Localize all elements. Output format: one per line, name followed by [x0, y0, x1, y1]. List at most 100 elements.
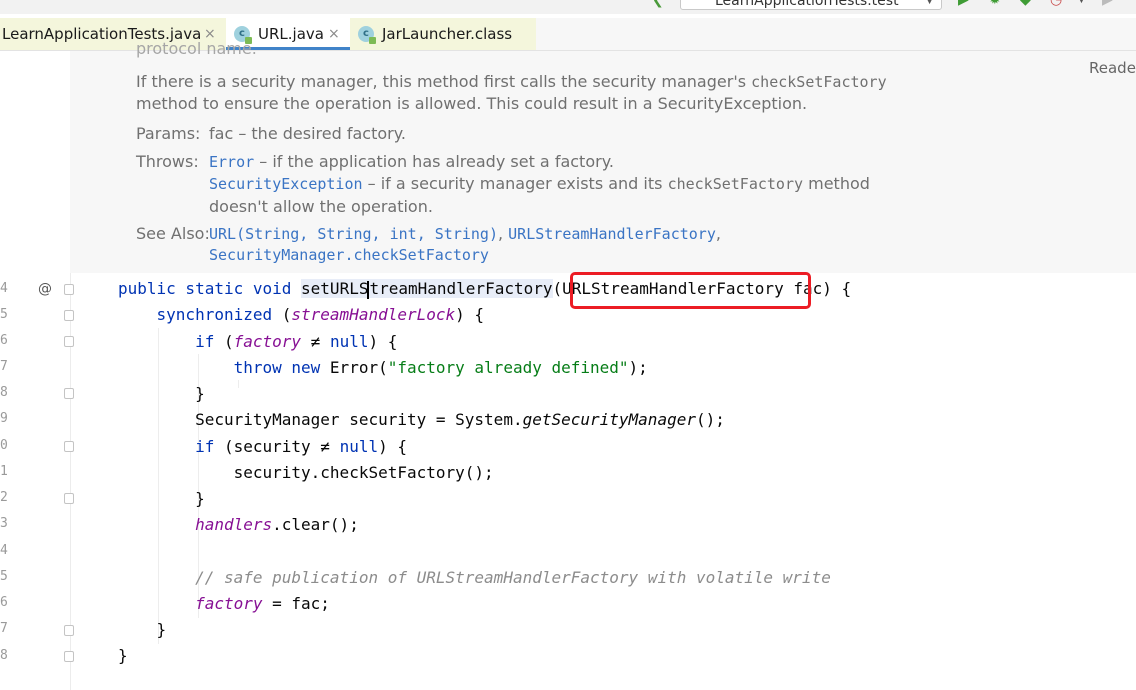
doc-separator: , — [715, 224, 721, 243]
doc-text: – if the application has already set a f… — [254, 152, 614, 171]
code-text: ( — [272, 305, 292, 324]
doc-link-check-set-factory[interactable]: SecurityManager.checkSetFactory — [209, 246, 489, 264]
code-line[interactable]: } — [118, 617, 167, 643]
doc-link-url-stream-handler-factory[interactable]: URLStreamHandlerFactory — [508, 225, 716, 243]
fold-toggle-icon[interactable] — [64, 310, 74, 321]
method-name: setURLStreamHandlerFactory — [301, 279, 553, 299]
line-number: 5 — [0, 569, 8, 584]
toolbar: ❮ LearnApplicationTests.test ▼ ▶ ✹ ◆ ◔ ▼… — [0, 0, 1136, 14]
doc-link-error[interactable]: Error — [209, 153, 254, 171]
tab-jar-launcher-class[interactable]: c JarLauncher.class — [350, 18, 536, 50]
doc-separator: , — [497, 224, 509, 243]
run-configuration-select[interactable]: LearnApplicationTests.test ▼ — [680, 0, 942, 10]
doc-params-text: fac – the desired factory. — [209, 124, 406, 143]
code-line[interactable]: if (factory ≠ null) { — [118, 329, 397, 355]
doc-throws-item-cont: doesn't allow the operation. — [209, 197, 433, 216]
comment: // safe publication of URLStreamHandlerF… — [195, 568, 831, 587]
fold-toggle-icon[interactable] — [64, 441, 74, 452]
code-text: (); — [695, 410, 725, 429]
line-number: 4 — [0, 543, 8, 558]
doc-code: checkSetFactory — [751, 73, 887, 91]
line-number: 8 — [0, 648, 8, 663]
code-line[interactable]: factory = fac; — [118, 591, 330, 617]
doc-link-url-constructor[interactable]: URL(String, String, int, String) — [209, 225, 498, 243]
code-line[interactable]: SecurityManager security = System.getSec… — [118, 407, 725, 433]
fold-toggle-icon[interactable] — [64, 284, 74, 295]
code-line[interactable]: } — [118, 486, 205, 512]
line-number: 7 — [0, 359, 8, 374]
doc-text: – if a security manager exists and its — [362, 174, 668, 193]
java-class-icon: c — [358, 26, 376, 44]
keyword: if — [195, 332, 215, 351]
debug-icon[interactable]: ✹ — [989, 0, 1001, 7]
keyword: synchronized — [156, 305, 273, 324]
line-number: 5 — [0, 307, 8, 322]
fold-toggle-icon[interactable] — [64, 625, 74, 636]
line-number: 9 — [0, 411, 8, 426]
code-text: ) { — [368, 332, 398, 351]
fold-toggle-icon[interactable] — [64, 651, 74, 662]
code-text: ( — [214, 332, 234, 351]
field: handlers — [195, 515, 273, 534]
code-text: } — [156, 620, 167, 639]
run-icon[interactable]: ▶ — [958, 0, 969, 7]
fold-toggle-icon[interactable] — [64, 388, 74, 399]
code-line[interactable]: synchronized (streamHandlerLock) { — [118, 302, 485, 328]
tab-label: URL.java — [258, 25, 324, 43]
doc-throws-item: Error – if the application has already s… — [209, 152, 614, 171]
keyword: public static void — [118, 279, 302, 298]
fold-toggle-icon[interactable] — [64, 493, 74, 504]
line-number: 8 — [0, 385, 8, 400]
line-number: 2 — [0, 490, 8, 505]
code-line[interactable]: } — [118, 381, 205, 407]
reader-mode-toggle[interactable]: Reade — [1089, 59, 1136, 77]
string-literal: "factory already defined" — [387, 358, 629, 377]
code-text: .clear(); — [272, 515, 359, 534]
code-line[interactable]: if (security ≠ null) { — [118, 434, 407, 460]
code-line[interactable]: security.checkSetFactory(); — [118, 460, 494, 486]
back-arrow-icon[interactable]: ❮ — [652, 0, 664, 7]
line-number: 6 — [0, 595, 8, 610]
doc-see-also-label: See Also: — [136, 224, 210, 243]
code-text: } — [195, 384, 205, 403]
code-text: ); — [628, 358, 648, 377]
doc-text: If there is a security manager, this met… — [136, 72, 752, 91]
keyword: null — [329, 332, 369, 351]
code-line[interactable]: handlers.clear(); — [118, 512, 359, 538]
doc-line: method to ensure the operation is allowe… — [136, 94, 808, 113]
doc-text: method — [803, 174, 870, 193]
static-method: getSecurityManager — [522, 410, 696, 429]
coverage-icon[interactable]: ◆ — [1020, 0, 1031, 7]
code-line[interactable]: // safe publication of URLStreamHandlerF… — [118, 565, 831, 591]
method-name-part: setURLS — [301, 279, 369, 298]
line-number: 7 — [0, 621, 8, 636]
resume-icon[interactable]: ▶ — [1102, 0, 1113, 7]
code-text: SecurityManager security = System. — [195, 410, 523, 429]
doc-line: protocol name. — [136, 39, 257, 58]
doc-params-label: Params: — [136, 124, 201, 143]
override-marker-icon[interactable]: @ — [38, 276, 52, 302]
doc-link-security-exception[interactable]: SecurityException — [209, 175, 363, 193]
doc-throws-label: Throws: — [136, 152, 199, 171]
keyword: if — [195, 437, 215, 456]
code-text: ≠ — [301, 332, 330, 351]
code-line[interactable]: throw new Error("factory already defined… — [118, 355, 648, 381]
run-configuration-label: LearnApplicationTests.test — [715, 0, 899, 9]
more-icon[interactable]: ▼ — [1078, 0, 1085, 7]
keyword: throw new — [233, 358, 330, 377]
close-icon[interactable]: × — [328, 18, 340, 50]
fold-toggle-icon[interactable] — [64, 336, 74, 347]
code-text: Error( — [329, 358, 388, 377]
doc-line: If there is a security manager, this met… — [136, 72, 887, 91]
indent-guide — [238, 380, 239, 388]
code-text: security.checkSetFactory(); — [233, 463, 494, 482]
code-line[interactable]: } — [118, 643, 128, 669]
line-number: 3 — [0, 516, 8, 531]
code-text: = fac; — [262, 594, 330, 613]
code-text: (security ≠ — [214, 437, 340, 456]
line-number: 4 — [0, 281, 8, 296]
profile-icon[interactable]: ◔ — [1050, 0, 1062, 7]
doc-see-also-item: URL(String, String, int, String), URLStr… — [209, 224, 721, 243]
code-text: ) { — [455, 305, 485, 324]
doc-throws-item: SecurityException – if a security manage… — [209, 174, 870, 193]
